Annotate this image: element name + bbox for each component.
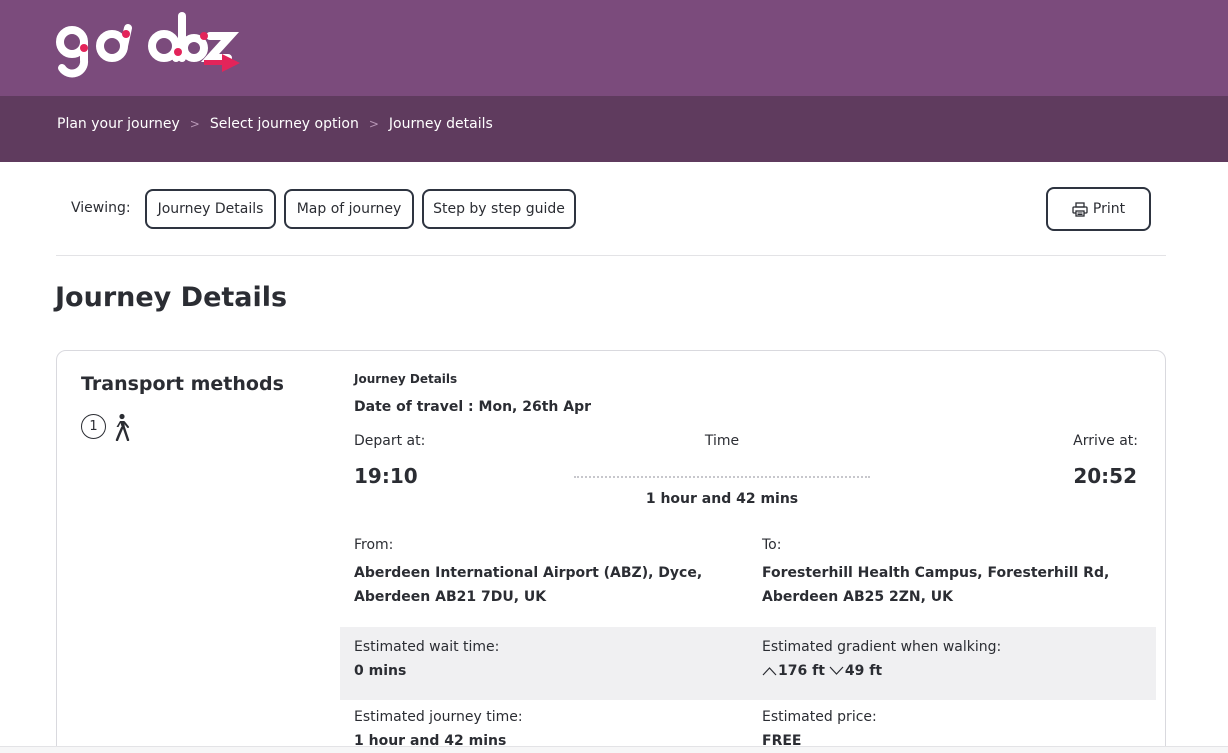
walking-icon <box>115 413 130 441</box>
tab-journey-details[interactable]: Journey Details <box>145 189 276 229</box>
to-address: Foresterhill Health Campus, Foresterhill… <box>762 565 1110 605</box>
journey-time-label: Estimated journey time: <box>354 709 523 725</box>
divider <box>56 255 1166 256</box>
depart-time: 19:10 <box>354 464 418 488</box>
gradient-down-icon <box>829 666 844 675</box>
journey-details-heading: Journey Details <box>354 372 458 386</box>
breadcrumb-select-option[interactable]: Select journey option <box>210 116 359 132</box>
from-address: Aberdeen International Airport (ABZ), Dy… <box>354 565 703 605</box>
goabz-logo[interactable] <box>54 8 244 88</box>
gradient-up-icon <box>762 667 777 676</box>
arrive-label: Arrive at: <box>1073 433 1138 449</box>
print-label: Print <box>1092 201 1126 217</box>
tab-map-of-journey[interactable]: Map of journey <box>284 189 414 229</box>
breadcrumb-journey-details: Journey details <box>388 116 493 132</box>
breadcrumb-separator: > <box>368 117 379 131</box>
tab-step-by-step[interactable]: Step by step guide <box>422 189 576 229</box>
breadcrumb-separator: > <box>189 117 200 131</box>
breadcrumb-plan-journey[interactable]: Plan your journey <box>57 116 180 132</box>
gradient-value: 176 ft 49 ft <box>762 663 882 679</box>
page-bottom-edge <box>0 746 1228 753</box>
estimates-row-shaded <box>340 627 1156 700</box>
to-label: To: <box>762 537 782 553</box>
depart-label: Depart at: <box>354 433 426 449</box>
gradient-label: Estimated gradient when walking: <box>762 639 1002 655</box>
date-of-travel: Date of travel : Mon, 26th Apr <box>354 399 592 415</box>
wait-time-value: 0 mins <box>354 663 407 679</box>
time-line <box>574 476 870 478</box>
step-number-badge: 1 <box>81 414 106 439</box>
price-label: Estimated price: <box>762 709 877 725</box>
print-button[interactable]: Print <box>1046 187 1151 231</box>
time-label: Time <box>704 433 740 449</box>
gradient-down-value: 49 ft <box>844 663 883 679</box>
printer-icon <box>1072 201 1088 217</box>
viewing-label: Viewing: <box>71 200 131 216</box>
transport-methods-title: Transport methods <box>81 373 284 395</box>
page-title: Journey Details <box>55 282 288 313</box>
gradient-up-value: 176 ft <box>778 663 825 679</box>
journey-duration: 1 hour and 42 mins <box>645 491 799 507</box>
from-label: From: <box>354 537 394 553</box>
arrive-time: 20:52 <box>1073 464 1137 488</box>
wait-time-label: Estimated wait time: <box>354 639 500 655</box>
breadcrumb: Plan your journey > Select journey optio… <box>57 116 493 132</box>
